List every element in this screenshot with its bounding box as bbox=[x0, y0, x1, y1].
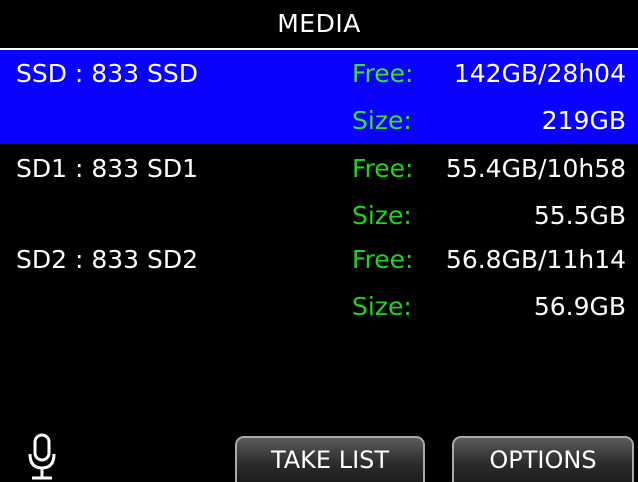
free-label: Free: bbox=[352, 59, 414, 88]
media-row-ssd[interactable]: SSD : 833 SSD Free: 142GB/28h04 Size: 21… bbox=[0, 50, 638, 144]
media-row-line-free: SD2 : 833 SD2 Free: 56.8GB/11h14 bbox=[0, 236, 638, 283]
size-value: 56.9GB bbox=[533, 292, 626, 321]
size-label: Size: bbox=[352, 201, 412, 230]
media-row-line-free: SD1 : 833 SD1 Free: 55.4GB/10h58 bbox=[0, 145, 638, 192]
options-button[interactable]: OPTIONS bbox=[452, 436, 634, 482]
free-label: Free: bbox=[352, 154, 414, 183]
media-row-line-size: Size: 56.9GB bbox=[0, 283, 638, 330]
media-row-sd2[interactable]: SD2 : 833 SD2 Free: 56.8GB/11h14 Size: 5… bbox=[0, 236, 638, 330]
free-label: Free: bbox=[352, 245, 414, 274]
size-label: Size: bbox=[352, 106, 412, 135]
media-row-line-free: SSD : 833 SSD Free: 142GB/28h04 bbox=[0, 50, 638, 97]
media-name: SD1 : 833 SD1 bbox=[16, 154, 199, 183]
take-list-button[interactable]: TAKE LIST bbox=[235, 436, 425, 482]
media-name: SSD : 833 SSD bbox=[16, 59, 198, 88]
size-label: Size: bbox=[352, 292, 412, 321]
size-value: 219GB bbox=[541, 106, 626, 135]
media-row-sd1[interactable]: SD1 : 833 SD1 Free: 55.4GB/10h58 Size: 5… bbox=[0, 145, 638, 239]
size-value: 55.5GB bbox=[533, 201, 626, 230]
free-value: 56.8GB/11h14 bbox=[445, 245, 626, 274]
media-row-line-size: Size: 55.5GB bbox=[0, 192, 638, 239]
media-row-line-size: Size: 219GB bbox=[0, 97, 638, 144]
media-name: SD2 : 833 SD2 bbox=[16, 245, 199, 274]
microphone-icon bbox=[28, 433, 56, 480]
free-value: 55.4GB/10h58 bbox=[445, 154, 626, 183]
screen-title: MEDIA bbox=[277, 8, 361, 38]
free-value: 142GB/28h04 bbox=[453, 59, 626, 88]
